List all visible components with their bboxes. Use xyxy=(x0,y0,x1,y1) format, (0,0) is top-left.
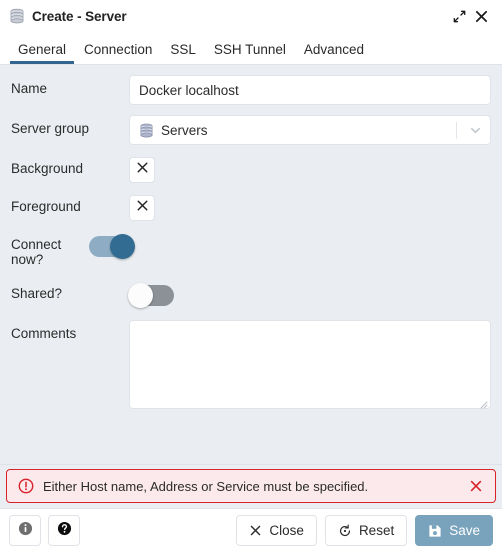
foreground-color-picker[interactable] xyxy=(129,195,155,221)
server-group-control: Servers xyxy=(129,115,491,145)
select-separator xyxy=(456,121,457,139)
field-row-server-group: Server group Servers xyxy=(11,115,491,145)
error-alert: Either Host name, Address or Service mus… xyxy=(6,469,496,503)
alert-container: Either Host name, Address or Service mus… xyxy=(0,464,502,508)
comments-control xyxy=(129,320,491,409)
info-icon xyxy=(18,521,33,541)
tab-ssh-tunnel[interactable]: SSH Tunnel xyxy=(205,42,295,64)
foreground-label: Foreground xyxy=(11,199,81,214)
comments-label: Comments xyxy=(11,326,77,341)
create-server-dialog: Create - Server General Connection SSL S… xyxy=(0,0,502,552)
name-control xyxy=(129,75,491,105)
save-button-label: Save xyxy=(449,523,480,538)
tab-advanced[interactable]: Advanced xyxy=(295,42,373,64)
comments-textarea[interactable] xyxy=(129,320,491,409)
connect-now-control xyxy=(89,231,491,259)
shared-label: Shared? xyxy=(11,286,63,301)
toggle-knob xyxy=(128,283,153,308)
close-button[interactable]: Close xyxy=(236,515,317,546)
save-disk-icon xyxy=(428,524,442,538)
window-title: Create - Server xyxy=(32,8,127,24)
resize-handle-icon[interactable] xyxy=(478,396,488,409)
x-icon xyxy=(249,524,262,537)
reset-button-label: Reset xyxy=(358,523,395,538)
dialog-footer: Close Reset Save xyxy=(0,508,502,552)
field-row-foreground: Foreground xyxy=(11,193,491,221)
field-row-shared: Shared? xyxy=(11,280,491,308)
general-tab-panel: Name Server group xyxy=(0,65,502,464)
reset-icon xyxy=(338,523,352,538)
titlebar: Create - Server xyxy=(0,0,502,32)
info-button[interactable] xyxy=(9,515,41,546)
shared-toggle[interactable] xyxy=(128,283,174,308)
server-group-label: Server group xyxy=(11,121,90,136)
field-row-comments: Comments xyxy=(11,320,491,409)
error-message: Either Host name, Address or Service mus… xyxy=(43,478,369,494)
connect-now-label: Connect now? xyxy=(11,237,62,267)
reset-button[interactable]: Reset xyxy=(324,515,408,546)
x-icon xyxy=(136,199,149,217)
field-row-background: Background xyxy=(11,155,491,183)
background-color-picker[interactable] xyxy=(129,157,155,183)
help-button[interactable] xyxy=(48,515,80,546)
close-icon[interactable] xyxy=(470,5,492,27)
tab-connection[interactable]: Connection xyxy=(75,42,161,64)
x-icon xyxy=(136,161,149,179)
server-group-select[interactable]: Servers xyxy=(129,115,491,145)
tab-bar: General Connection SSL SSH Tunnel Advanc… xyxy=(0,32,502,65)
maximize-icon[interactable] xyxy=(448,5,470,27)
save-button[interactable]: Save xyxy=(415,515,493,546)
background-label: Background xyxy=(11,161,84,176)
shared-control xyxy=(128,280,491,308)
connect-now-toggle[interactable] xyxy=(89,234,135,259)
server-stack-icon xyxy=(9,8,25,24)
background-control xyxy=(129,155,491,183)
alert-close-icon[interactable] xyxy=(467,477,485,495)
server-group-value: Servers xyxy=(161,122,208,138)
server-stack-icon xyxy=(139,123,154,138)
field-row-name: Name xyxy=(11,75,491,105)
toggle-knob xyxy=(110,234,135,259)
chevron-down-icon[interactable] xyxy=(465,124,485,137)
tab-general[interactable]: General xyxy=(9,42,75,64)
foreground-control xyxy=(129,193,491,221)
help-icon xyxy=(57,521,72,541)
field-row-connect-now: Connect now? xyxy=(11,231,491,267)
error-circle-icon xyxy=(18,478,34,494)
name-input[interactable] xyxy=(129,75,491,105)
name-label: Name xyxy=(11,81,48,96)
close-button-label: Close xyxy=(269,523,304,538)
tab-ssl[interactable]: SSL xyxy=(161,42,205,64)
